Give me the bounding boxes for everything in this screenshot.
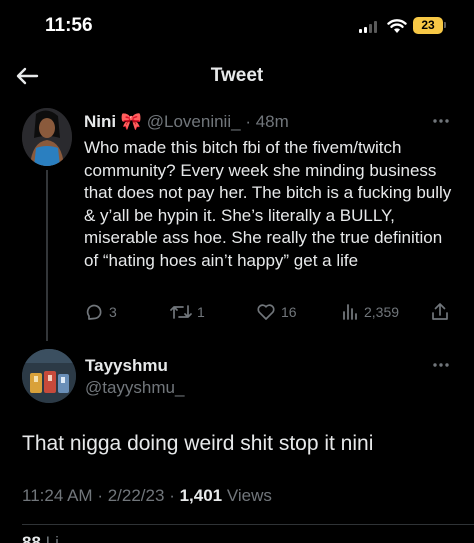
wifi-icon (387, 19, 407, 33)
views-total: 1,401 (179, 486, 223, 505)
tweet-header: Nini 🎀 @Loveninii_ · 48m (84, 112, 289, 132)
page-title: Tweet (210, 65, 264, 86)
status-time: 11:56 (45, 15, 93, 36)
tweet-text: Who made this bitch fbi of the fivem/twi… (84, 138, 452, 270)
status-bar: 11:56 23 (0, 0, 474, 52)
avatar[interactable] (22, 108, 72, 166)
thread-connector-line (46, 170, 48, 341)
retweet-icon (170, 305, 192, 319)
likes-label: Li (45, 533, 59, 543)
views-count: 2,359 (364, 304, 400, 320)
reply-text: That nigga doing weird shit stop it nini (22, 432, 374, 455)
battery-icon: 23 (413, 17, 443, 34)
divider (22, 524, 474, 525)
heart-icon (257, 304, 275, 320)
share-button[interactable] (430, 301, 450, 323)
retweet-button[interactable]: 1 (170, 301, 205, 323)
avatar-photo (22, 349, 76, 403)
avatar[interactable] (22, 349, 76, 403)
avatar-photo (22, 108, 72, 166)
likes-summary[interactable]: 88 Li (22, 533, 59, 543)
separator-dot: · (245, 112, 251, 131)
cellular-signal-icon (359, 21, 379, 33)
tweet-age: 48m (255, 112, 289, 131)
views-label: Views (226, 486, 272, 505)
top-navigation-bar: Tweet (0, 52, 474, 100)
likes-total: 88 (22, 533, 41, 543)
bow-emoji: 🎀 (120, 112, 143, 131)
author-handle[interactable]: @Loveninii_ (147, 112, 241, 131)
meta-separator: · (97, 486, 103, 505)
reply-icon (86, 304, 102, 320)
meta-separator: · (169, 486, 175, 505)
reply-author-handle[interactable]: @tayyshmu_ (85, 378, 184, 398)
reply-button[interactable]: 3 (84, 301, 117, 323)
author-name[interactable]: Nini (84, 112, 116, 131)
reply-count: 3 (109, 304, 117, 320)
battery-tip (444, 22, 446, 28)
views-chart-icon (343, 304, 357, 320)
views-button[interactable]: 2,359 (341, 301, 399, 323)
tweet-time: 11:24 AM (22, 486, 93, 505)
like-button[interactable]: 16 (256, 301, 297, 323)
reply-author-name[interactable]: Tayyshmu (85, 356, 168, 376)
more-options-icon[interactable] (432, 118, 450, 124)
tweet-actions: 3 1 16 2,359 (84, 301, 454, 323)
like-count: 16 (281, 304, 297, 320)
share-icon (432, 303, 448, 320)
more-options-icon[interactable] (432, 362, 450, 368)
tweet-metadata: 11:24 AM · 2/22/23 · 1,401 Views (22, 486, 272, 506)
retweet-count: 1 (197, 304, 205, 320)
tweet-date: 2/22/23 (107, 486, 165, 505)
